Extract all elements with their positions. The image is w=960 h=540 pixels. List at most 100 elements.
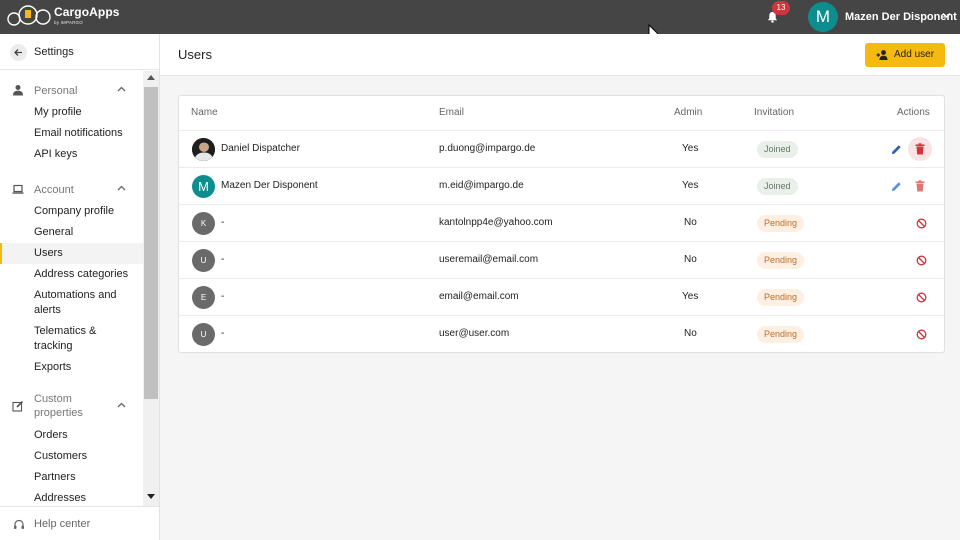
column-header-name: Name bbox=[191, 107, 218, 118]
back-button[interactable] bbox=[10, 44, 27, 61]
sidebar-item-email-notifications[interactable]: Email notifications bbox=[0, 123, 143, 144]
sidebar-item-automations-and-alerts[interactable]: Automations and alerts bbox=[0, 285, 143, 321]
user-admin: No bbox=[684, 328, 697, 339]
table-row: K - kantolnpp4e@yahoo.com No Pending bbox=[179, 204, 944, 241]
brand-subtitle: by IMPARGO bbox=[54, 20, 83, 25]
trash-icon bbox=[915, 180, 925, 192]
sidebar-item-api-keys[interactable]: API keys bbox=[0, 144, 143, 165]
user-initial-avatar: U bbox=[192, 249, 215, 272]
invitation-status-badge: Pending bbox=[757, 215, 805, 232]
headset-icon bbox=[14, 519, 24, 529]
sidebar-title: Settings bbox=[34, 46, 74, 58]
scrollbar-thumb[interactable] bbox=[144, 87, 158, 399]
sidebar-item-orders[interactable]: Orders bbox=[0, 425, 143, 446]
column-header-admin: Admin bbox=[674, 107, 703, 118]
sidebar-item-telematics-tracking[interactable]: Telematics & tracking bbox=[0, 321, 143, 357]
scroll-down-arrow-icon[interactable] bbox=[147, 494, 155, 499]
user-email: p.duong@impargo.de bbox=[439, 143, 536, 154]
trash-icon bbox=[915, 143, 925, 155]
user-admin: No bbox=[684, 217, 697, 228]
add-user-button[interactable]: Add user bbox=[865, 43, 945, 67]
sidebar-item-my-profile[interactable]: My profile bbox=[0, 102, 143, 123]
user-name: - bbox=[221, 217, 225, 228]
users-table: Name Email Admin Invitation Actions Dani… bbox=[178, 95, 945, 353]
settings-sidebar: Settings Personal My profile Email notif… bbox=[0, 34, 160, 540]
user-admin: No bbox=[684, 254, 697, 265]
sidebar-item-users[interactable]: Users bbox=[0, 243, 143, 264]
sidebar-item-customers[interactable]: Customers bbox=[0, 446, 143, 467]
column-header-actions: Actions bbox=[897, 107, 930, 118]
table-row: U - useremail@email.com No Pending bbox=[179, 241, 944, 278]
user-email: useremail@email.com bbox=[439, 254, 539, 265]
sidebar-item-addresses[interactable]: Addresses bbox=[0, 488, 143, 506]
invitation-status-badge: Pending bbox=[757, 289, 805, 306]
user-initial-avatar: U bbox=[192, 323, 215, 346]
invitation-status-badge: Pending bbox=[757, 326, 805, 343]
user-avatar[interactable]: M bbox=[808, 2, 838, 32]
ban-icon[interactable] bbox=[916, 255, 927, 266]
user-initial-avatar: K bbox=[192, 212, 215, 235]
notification-count-badge: 13 bbox=[772, 1, 790, 15]
delete-user-button[interactable] bbox=[908, 137, 932, 161]
table-row: M Mazen Der Disponent m.eid@impargo.de Y… bbox=[179, 167, 944, 204]
user-admin: Yes bbox=[682, 180, 699, 191]
cargoapps-logo-icon[interactable] bbox=[6, 4, 52, 28]
page-title: Users bbox=[178, 47, 212, 62]
sidebar-item-partners[interactable]: Partners bbox=[0, 467, 143, 488]
section-account[interactable]: Account bbox=[0, 180, 143, 198]
ban-icon[interactable] bbox=[916, 292, 927, 303]
user-initial-avatar: E bbox=[192, 286, 215, 309]
user-admin: Yes bbox=[682, 143, 699, 154]
sidebar-item-general[interactable]: General bbox=[0, 222, 143, 243]
sidebar-item-address-categories[interactable]: Address categories bbox=[0, 264, 143, 285]
sidebar-footer[interactable]: Help center bbox=[0, 506, 159, 540]
add-person-icon bbox=[876, 50, 888, 60]
user-admin: Yes bbox=[682, 291, 699, 302]
user-email: m.eid@impargo.de bbox=[439, 180, 524, 191]
person-icon bbox=[13, 85, 23, 96]
page-header: Users Add user bbox=[160, 34, 960, 76]
section-label: Personal bbox=[34, 85, 78, 97]
person-photo-icon bbox=[192, 138, 215, 161]
pencil-icon[interactable] bbox=[891, 144, 902, 155]
laptop-icon bbox=[12, 184, 24, 194]
user-email: email@email.com bbox=[439, 291, 519, 302]
invitation-status-badge: Pending bbox=[757, 252, 805, 269]
section-custom-properties[interactable]: Custom properties bbox=[0, 389, 143, 423]
sidebar-item-exports[interactable]: Exports bbox=[0, 357, 143, 378]
section-label: Custom properties bbox=[34, 393, 83, 419]
user-name: - bbox=[221, 291, 225, 302]
chevron-up-icon[interactable] bbox=[117, 402, 126, 408]
pencil-icon[interactable] bbox=[891, 181, 902, 192]
invitation-status-badge: Joined bbox=[757, 178, 798, 195]
section-personal[interactable]: Personal bbox=[0, 81, 143, 99]
user-name: - bbox=[221, 328, 225, 339]
user-email: kantolnpp4e@yahoo.com bbox=[439, 217, 553, 228]
sidebar-item-company-profile[interactable]: Company profile bbox=[0, 201, 143, 222]
sidebar-scrollbar[interactable] bbox=[143, 71, 159, 506]
edit-square-icon bbox=[12, 400, 24, 412]
scroll-up-arrow-icon[interactable] bbox=[147, 75, 155, 80]
ban-icon[interactable] bbox=[916, 329, 927, 340]
ban-icon[interactable] bbox=[916, 218, 927, 229]
invitation-status-badge: Joined bbox=[757, 141, 798, 158]
user-menu-name[interactable]: Mazen Der Disponent bbox=[845, 11, 957, 23]
chevron-up-icon[interactable] bbox=[117, 86, 126, 92]
user-name: - bbox=[221, 254, 225, 265]
table-row: U - user@user.com No Pending bbox=[179, 315, 944, 352]
table-row: E - email@email.com Yes Pending bbox=[179, 278, 944, 315]
delete-user-button[interactable] bbox=[908, 174, 932, 198]
sidebar-nav: Personal My profile Email notifications … bbox=[0, 71, 143, 506]
chevron-up-icon[interactable] bbox=[117, 185, 126, 191]
section-label: Account bbox=[34, 184, 74, 196]
user-photo-avatar bbox=[192, 138, 215, 161]
user-name: Mazen Der Disponent bbox=[221, 180, 318, 191]
user-name: Daniel Dispatcher bbox=[221, 143, 300, 154]
column-header-email: Email bbox=[439, 107, 465, 118]
user-initial-avatar: M bbox=[192, 175, 215, 198]
add-user-label: Add user bbox=[894, 49, 935, 60]
chevron-down-icon[interactable] bbox=[942, 12, 951, 19]
top-bar: CargoApps by IMPARGO 13 M Mazen Der Disp… bbox=[0, 0, 960, 34]
user-email: user@user.com bbox=[439, 328, 510, 339]
sidebar-header: Settings bbox=[0, 34, 159, 70]
